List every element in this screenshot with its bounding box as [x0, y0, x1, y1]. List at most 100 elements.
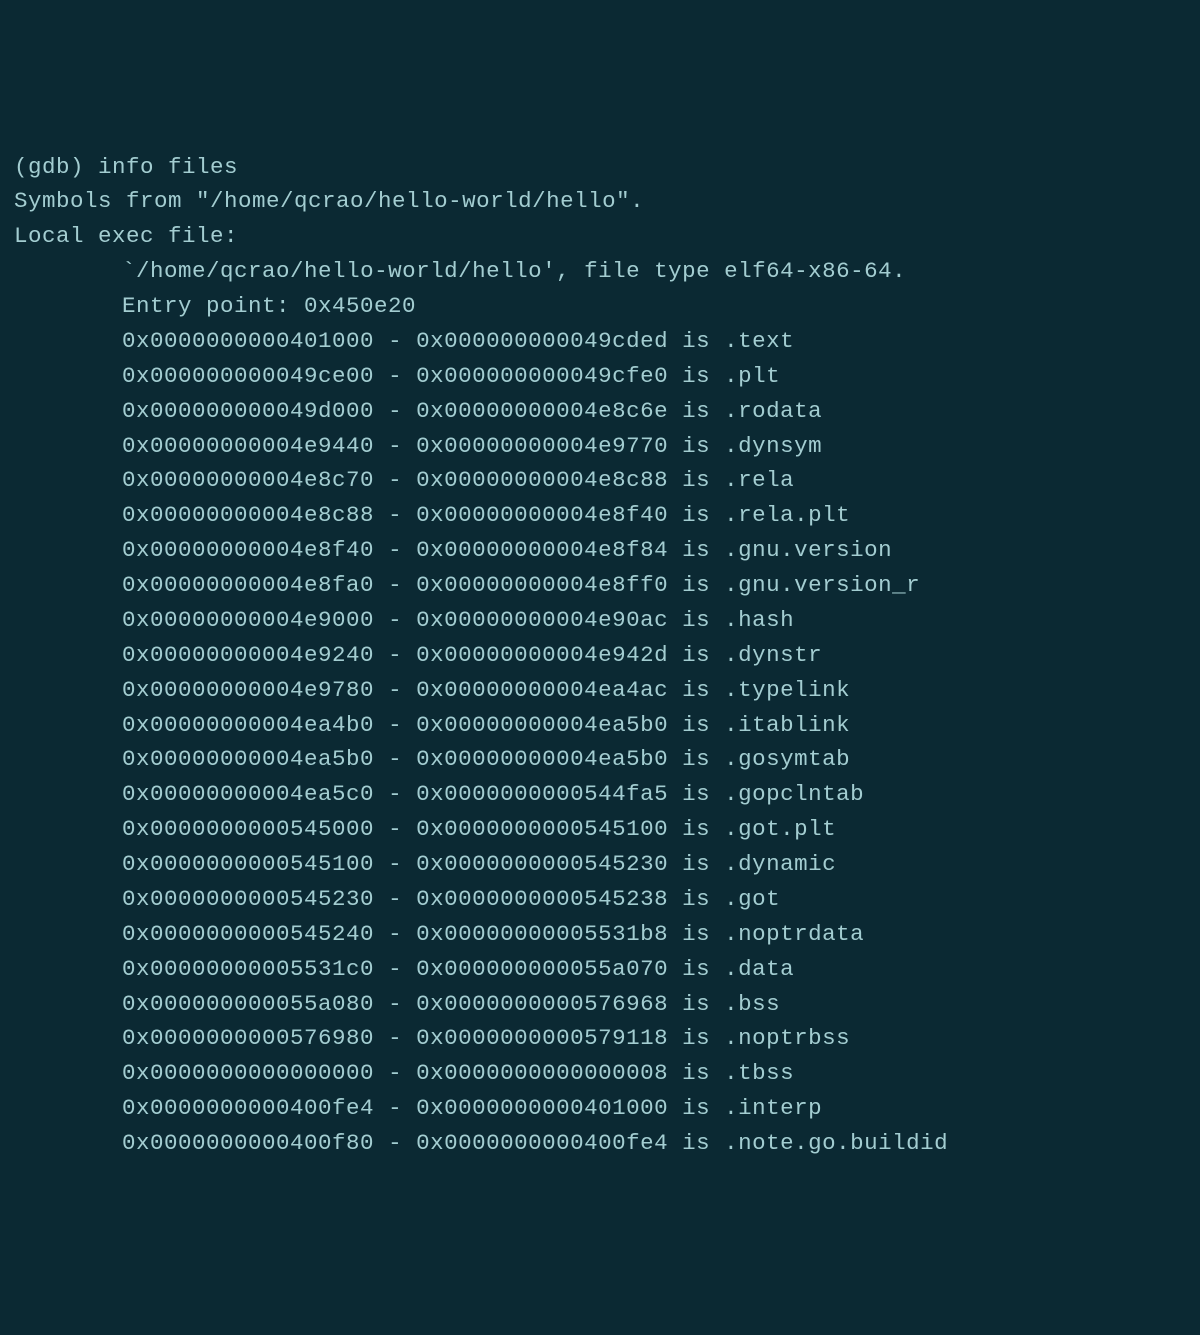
- section-start: 0x000000000055a080: [122, 991, 374, 1017]
- exec-file-suffix: .: [892, 258, 906, 284]
- section-start: 0x00000000004ea4b0: [122, 712, 374, 738]
- section-start: 0x000000000049ce00: [122, 363, 374, 389]
- section-start: 0x00000000005531c0: [122, 956, 374, 982]
- section-is: is: [668, 1095, 724, 1121]
- section-end: 0x00000000004e8ff0: [416, 572, 668, 598]
- section-is: is: [668, 502, 724, 528]
- section-end: 0x0000000000401000: [416, 1095, 668, 1121]
- section-dash: -: [374, 816, 416, 842]
- section-name: .interp: [724, 1095, 822, 1121]
- entry-point-label: Entry point:: [122, 293, 304, 319]
- section-end: 0x00000000004e8f84: [416, 537, 668, 563]
- section-end: 0x0000000000579118: [416, 1025, 668, 1051]
- section-dash: -: [374, 467, 416, 493]
- section-end: 0x00000000004ea4ac: [416, 677, 668, 703]
- section-is: is: [668, 537, 724, 563]
- section-dash: -: [374, 607, 416, 633]
- section-name: .hash: [724, 607, 794, 633]
- section-dash: -: [374, 851, 416, 877]
- gdb-prompt: (gdb): [14, 154, 98, 180]
- section-name: .itablink: [724, 712, 850, 738]
- section-end: 0x00000000004e8f40: [416, 502, 668, 528]
- section-end: 0x0000000000576968: [416, 991, 668, 1017]
- section-name: .got: [724, 886, 780, 912]
- section-end: 0x000000000049cded: [416, 328, 668, 354]
- section-start: 0x00000000004e8fa0: [122, 572, 374, 598]
- symbols-from-path: /home/qcrao/hello-world/hello: [210, 188, 616, 214]
- section-is: is: [668, 921, 724, 947]
- section-name: .rela.plt: [724, 502, 850, 528]
- section-end: 0x0000000000544fa5: [416, 781, 668, 807]
- section-is: is: [668, 816, 724, 842]
- section-name: .text: [724, 328, 794, 354]
- section-end: 0x0000000000000008: [416, 1060, 668, 1086]
- section-dash: -: [374, 502, 416, 528]
- section-end: 0x0000000000545100: [416, 816, 668, 842]
- section-start: 0x00000000004e9240: [122, 642, 374, 668]
- section-start: 0x00000000004e8c88: [122, 502, 374, 528]
- section-start: 0x0000000000545230: [122, 886, 374, 912]
- section-name: .note.go.buildid: [724, 1130, 948, 1156]
- section-start: 0x00000000004e9440: [122, 433, 374, 459]
- section-dash: -: [374, 363, 416, 389]
- exec-file-type: elf64-x86-64: [724, 258, 892, 284]
- section-start: 0x0000000000400fe4: [122, 1095, 374, 1121]
- section-end: 0x0000000000400fe4: [416, 1130, 668, 1156]
- section-name: .rela: [724, 467, 794, 493]
- exec-file-middle: ', file type: [542, 258, 724, 284]
- section-is: is: [668, 746, 724, 772]
- section-name: .noptrbss: [724, 1025, 850, 1051]
- section-is: is: [668, 433, 724, 459]
- section-dash: -: [374, 572, 416, 598]
- section-is: is: [668, 851, 724, 877]
- section-dash: -: [374, 1130, 416, 1156]
- section-end: 0x00000000004e942d: [416, 642, 668, 668]
- symbols-from-label: Symbols from ": [14, 188, 210, 214]
- section-name: .got.plt: [724, 816, 836, 842]
- section-dash: -: [374, 746, 416, 772]
- section-start: 0x0000000000576980: [122, 1025, 374, 1051]
- exec-file-path: /home/qcrao/hello-world/hello: [136, 258, 542, 284]
- section-start: 0x0000000000545000: [122, 816, 374, 842]
- section-is: is: [668, 467, 724, 493]
- section-dash: -: [374, 1060, 416, 1086]
- local-exec-file-label: Local exec file:: [14, 223, 238, 249]
- section-end: 0x000000000049cfe0: [416, 363, 668, 389]
- section-is: is: [668, 642, 724, 668]
- section-is: is: [668, 712, 724, 738]
- section-is: is: [668, 607, 724, 633]
- section-end: 0x00000000004e90ac: [416, 607, 668, 633]
- section-is: is: [668, 1060, 724, 1086]
- gdb-command: info files: [98, 154, 238, 180]
- section-dash: -: [374, 886, 416, 912]
- section-name: .gnu.version: [724, 537, 892, 563]
- section-end: 0x00000000004e8c88: [416, 467, 668, 493]
- section-start: 0x0000000000545100: [122, 851, 374, 877]
- terminal-output[interactable]: (gdb) info filesSymbols from "/home/qcra…: [14, 150, 1186, 1161]
- section-name: .dynstr: [724, 642, 822, 668]
- section-dash: -: [374, 991, 416, 1017]
- section-end: 0x00000000004e8c6e: [416, 398, 668, 424]
- section-name: .dynsym: [724, 433, 822, 459]
- section-name: .plt: [724, 363, 780, 389]
- section-dash: -: [374, 537, 416, 563]
- section-is: is: [668, 991, 724, 1017]
- section-dash: -: [374, 712, 416, 738]
- section-name: .bss: [724, 991, 780, 1017]
- section-is: is: [668, 328, 724, 354]
- section-start: 0x0000000000401000: [122, 328, 374, 354]
- section-dash: -: [374, 328, 416, 354]
- section-start: 0x00000000004e9780: [122, 677, 374, 703]
- section-name: .typelink: [724, 677, 850, 703]
- section-is: is: [668, 572, 724, 598]
- section-dash: -: [374, 398, 416, 424]
- section-end: 0x00000000004ea5b0: [416, 746, 668, 772]
- section-is: is: [668, 677, 724, 703]
- section-name: .tbss: [724, 1060, 794, 1086]
- section-dash: -: [374, 1025, 416, 1051]
- section-dash: -: [374, 921, 416, 947]
- section-name: .rodata: [724, 398, 822, 424]
- section-is: is: [668, 956, 724, 982]
- section-is: is: [668, 363, 724, 389]
- section-is: is: [668, 886, 724, 912]
